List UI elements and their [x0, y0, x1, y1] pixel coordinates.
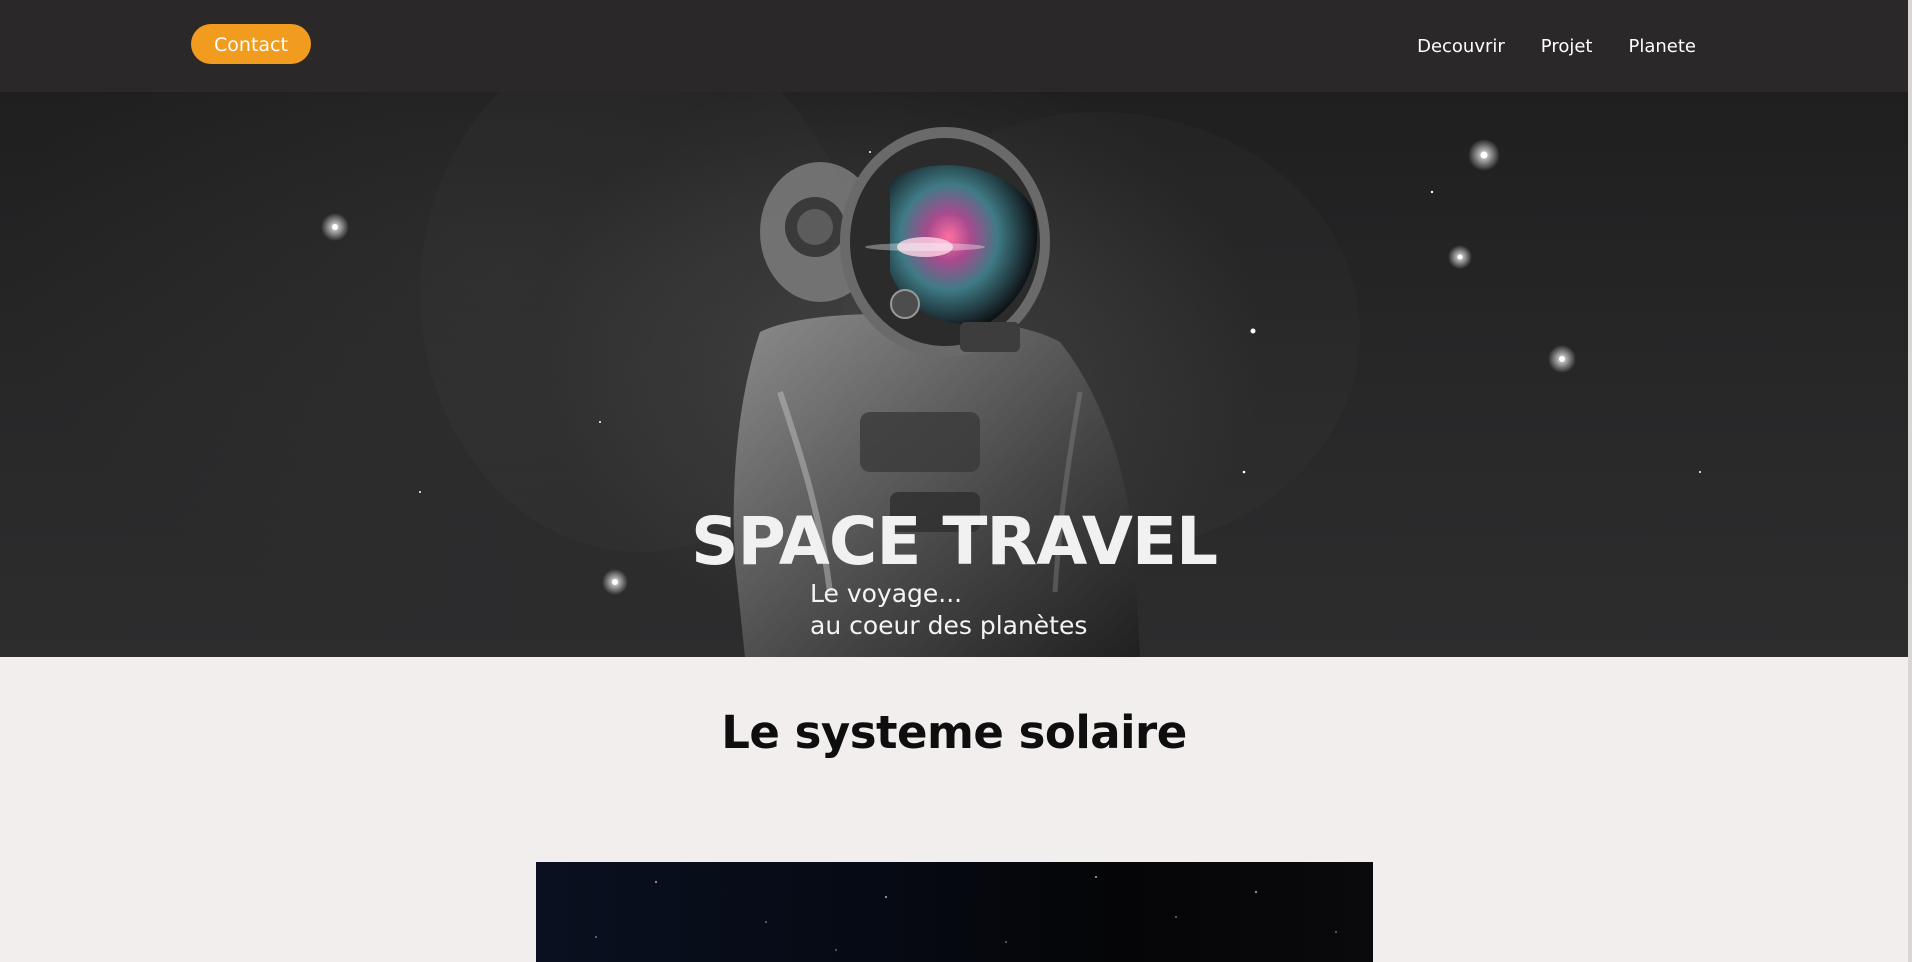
- hero-banner: SPACE TRAVEL Le voyage... au coeur des p…: [0, 92, 1908, 657]
- hero-subtitle-line-1: Le voyage...: [810, 579, 963, 608]
- contact-button[interactable]: Contact: [191, 24, 311, 64]
- top-navigation-bar: Contact Decouvrir Projet Planete: [0, 0, 1908, 92]
- hero-title: SPACE TRAVEL: [690, 503, 1218, 580]
- hero-subtitle-line-2: au coeur des planètes: [810, 611, 1088, 640]
- main-nav: Decouvrir Projet Planete: [1381, 0, 1696, 92]
- nav-link-planete[interactable]: Planete: [1629, 36, 1697, 57]
- space-starfield-image: [595, 876, 1337, 951]
- page-scrollbar[interactable]: [1908, 0, 1912, 962]
- section-title-solar-system: Le systeme solaire: [721, 706, 1187, 759]
- nav-link-projet[interactable]: Projet: [1541, 36, 1593, 57]
- solar-system-image: [536, 862, 1373, 962]
- nav-link-decouvrir[interactable]: Decouvrir: [1417, 36, 1505, 57]
- hero-subtitle: Le voyage... au coeur des planètes: [810, 578, 1087, 642]
